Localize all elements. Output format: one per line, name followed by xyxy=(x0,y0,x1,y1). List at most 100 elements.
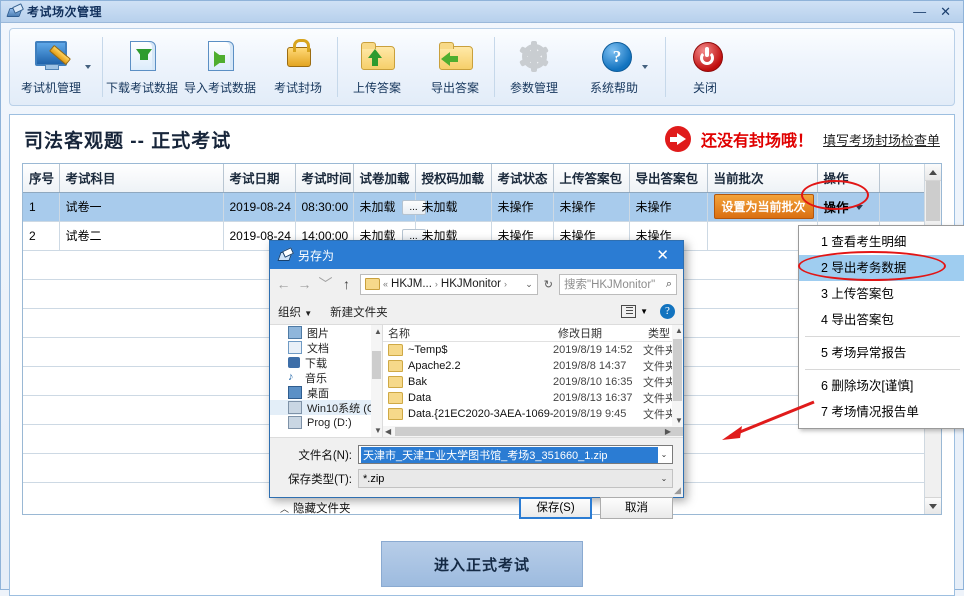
filename-value[interactable]: 天津市_天津工业大学图书馆_考场3_351660_1.zip xyxy=(361,446,658,463)
recent-locations-button[interactable]: ﹀ xyxy=(318,274,333,294)
chevron-down-icon[interactable] xyxy=(85,65,91,69)
toolbar-button-export-answers[interactable]: 导出答案 xyxy=(416,29,494,105)
column-header-time[interactable]: 考试时间 xyxy=(295,164,354,193)
nav-item-downloads[interactable]: 下载 xyxy=(270,355,382,370)
menu-item-delete-session[interactable]: 6 删除场次[谨慎] xyxy=(799,373,964,399)
chevron-down-icon[interactable] xyxy=(642,65,648,69)
toolbar-button-upload-answers[interactable]: 上传答案 xyxy=(338,29,416,105)
organize-button[interactable]: 组织 ▼ xyxy=(278,304,312,320)
filename-input[interactable]: 天津市_天津工业大学图书馆_考场3_351660_1.zip ⌄ xyxy=(358,445,673,464)
toolbar-button-exam-machine[interactable]: 考试机管理 xyxy=(10,29,102,105)
documents-icon xyxy=(288,341,302,354)
cell-current-batch: 设置为当前批次 xyxy=(707,192,818,222)
column-header-seq[interactable]: 序号 xyxy=(23,164,60,193)
document-right-arrow-icon xyxy=(200,39,240,75)
list-item[interactable]: Bak 2019/8/10 16:35 文件夹 xyxy=(383,374,683,390)
scroll-up-arrow-icon[interactable] xyxy=(925,164,941,181)
list-item[interactable]: Data 2019/8/13 16:37 文件夹 xyxy=(383,390,683,406)
column-header-paper-load[interactable]: 试卷加载 xyxy=(353,164,416,193)
scrollbar-thumb[interactable] xyxy=(395,427,683,436)
menu-item-export-answer-package[interactable]: 4 导出答案包 xyxy=(799,307,964,333)
table-row[interactable]: 1 试卷一 2019-08-24 08:30:00 未加载... 未加载 未操作… xyxy=(23,192,941,222)
back-button[interactable]: ← xyxy=(276,276,291,292)
scroll-right-arrow-icon[interactable]: ▶ xyxy=(665,427,671,436)
enter-formal-exam-button[interactable]: 进入正式考试 xyxy=(381,541,583,587)
file-list-vertical-scrollbar[interactable]: ▲ ▼ xyxy=(672,325,683,426)
nav-item-drive-d[interactable]: Prog (D:) xyxy=(270,415,382,430)
menu-item-situation-report[interactable]: 7 考场情况报告单 xyxy=(799,399,964,425)
cell-authcode-load: 未加载 xyxy=(415,192,492,222)
breadcrumb-segment-1[interactable]: HKJM... xyxy=(391,278,432,290)
cancel-button[interactable]: 取消 xyxy=(600,497,673,519)
set-current-batch-button[interactable]: 设置为当前批次 xyxy=(713,194,814,219)
new-folder-button[interactable]: 新建文件夹 xyxy=(330,304,388,320)
list-item[interactable]: ~Temp$ 2019/8/19 14:52 文件夹 xyxy=(383,342,683,358)
toolbar-button-import-exam-data[interactable]: 导入考试数据 xyxy=(181,29,259,105)
column-header-upload-package[interactable]: 上传答案包 xyxy=(553,164,630,193)
toolbar-button-download-exam-data[interactable]: 下载考试数据 xyxy=(103,29,181,105)
nav-item-drive-c[interactable]: Win10系统 (C:) xyxy=(270,400,382,415)
folder-icon xyxy=(388,360,403,372)
column-header-exam-status[interactable]: 考试状态 xyxy=(491,164,554,193)
scroll-down-arrow-icon[interactable]: ▼ xyxy=(675,416,683,425)
view-options-button[interactable]: ▼ xyxy=(621,305,648,318)
drive-icon xyxy=(288,416,302,429)
help-icon[interactable]: ? xyxy=(660,304,675,319)
seal-checklist-link[interactable]: 填写考场封场检查单 xyxy=(823,130,940,149)
nav-scrollbar[interactable]: ▲ ▼ xyxy=(371,325,382,437)
toolbar-button-seal-exam[interactable]: 考试封场 xyxy=(259,29,337,105)
chevron-down-icon[interactable]: ⌄ xyxy=(525,279,533,290)
scroll-up-arrow-icon[interactable]: ▲ xyxy=(374,327,382,336)
up-button[interactable]: ↑ xyxy=(339,276,354,292)
scroll-left-arrow-icon[interactable]: ◀ xyxy=(385,427,391,436)
search-box[interactable]: 搜索"HKJMonitor" ⌕ xyxy=(559,273,677,295)
scroll-down-arrow-icon[interactable]: ▼ xyxy=(374,426,382,435)
dialog-navigation-bar: ← → ﹀ ↑ « HKJM... › HKJMonitor › ⌄ ↻ 搜索"… xyxy=(270,269,683,299)
menu-item-exception-report[interactable]: 5 考场异常报告 xyxy=(799,340,964,366)
nav-item-pictures[interactable]: 图片 xyxy=(270,325,382,340)
file-col-name[interactable]: 名称 xyxy=(383,325,553,341)
toolbar-button-close[interactable]: 关闭 xyxy=(666,29,744,105)
column-header-subject[interactable]: 考试科目 xyxy=(59,164,224,193)
scroll-up-arrow-icon[interactable]: ▲ xyxy=(675,326,683,335)
list-item[interactable]: Data.{21EC2020-3AEA-1069-A2DD-08… 2019/8… xyxy=(383,406,683,422)
chevron-down-icon[interactable]: ⌄ xyxy=(658,450,670,459)
resize-grip-icon[interactable]: ◢ xyxy=(674,485,681,496)
list-item[interactable]: Apache2.2 2019/8/8 14:37 文件夹 xyxy=(383,358,683,374)
column-header-operation[interactable]: 操作 xyxy=(817,164,880,193)
toolbar-label: 上传答案 xyxy=(352,80,401,95)
hide-folders-toggle[interactable]: ︿ 隐藏文件夹 xyxy=(280,500,351,516)
column-header-date[interactable]: 考试日期 xyxy=(223,164,296,193)
search-input[interactable]: 搜索"HKJMonitor" xyxy=(564,276,655,292)
menu-item-view-candidates[interactable]: 1 查看考生明细 xyxy=(799,229,964,255)
scrollbar-thumb[interactable] xyxy=(372,351,381,379)
menu-item-upload-answer-package[interactable]: 3 上传答案包 xyxy=(799,281,964,307)
nav-item-desktop[interactable]: 桌面 xyxy=(270,385,382,400)
breadcrumb-segment-2[interactable]: HKJMonitor xyxy=(441,278,501,290)
close-window-button[interactable]: ✕ xyxy=(940,5,951,18)
column-header-current-batch[interactable]: 当前批次 xyxy=(707,164,818,193)
file-col-date[interactable]: 修改日期 xyxy=(553,325,643,341)
forward-button[interactable]: → xyxy=(297,276,312,292)
scroll-down-arrow-icon[interactable] xyxy=(925,497,941,514)
toolbar-button-parameter-management[interactable]: 参数管理 xyxy=(495,29,573,105)
nav-item-music[interactable]: ♪ 音乐 xyxy=(270,370,382,385)
toolbar-button-system-help[interactable]: ? 系统帮助 xyxy=(573,29,665,105)
operation-dropdown-button[interactable]: 操作 xyxy=(824,201,849,215)
chevron-down-icon[interactable] xyxy=(854,205,863,210)
column-header-authcode-load[interactable]: 授权码加载 xyxy=(415,164,492,193)
nav-item-documents[interactable]: 文档 xyxy=(270,340,382,355)
dialog-close-button[interactable]: ✕ xyxy=(646,248,679,263)
chevron-down-icon[interactable]: ⌄ xyxy=(658,474,670,483)
scrollbar-thumb[interactable] xyxy=(926,181,940,221)
refresh-button[interactable]: ↻ xyxy=(544,278,553,291)
file-list-horizontal-scrollbar[interactable]: ◀ ▶ xyxy=(383,426,683,437)
column-header-export-package[interactable]: 导出答案包 xyxy=(629,164,708,193)
menu-item-export-exam-data[interactable]: 2 导出考务数据 xyxy=(799,255,964,281)
minimize-button[interactable]: — xyxy=(913,5,926,18)
filetype-select[interactable]: *.zip ⌄ xyxy=(358,469,673,488)
cell-seq: 2 xyxy=(23,221,60,251)
scrollbar-thumb[interactable] xyxy=(673,339,682,401)
breadcrumb[interactable]: « HKJM... › HKJMonitor › ⌄ xyxy=(360,273,538,295)
save-button[interactable]: 保存(S) xyxy=(519,497,592,519)
